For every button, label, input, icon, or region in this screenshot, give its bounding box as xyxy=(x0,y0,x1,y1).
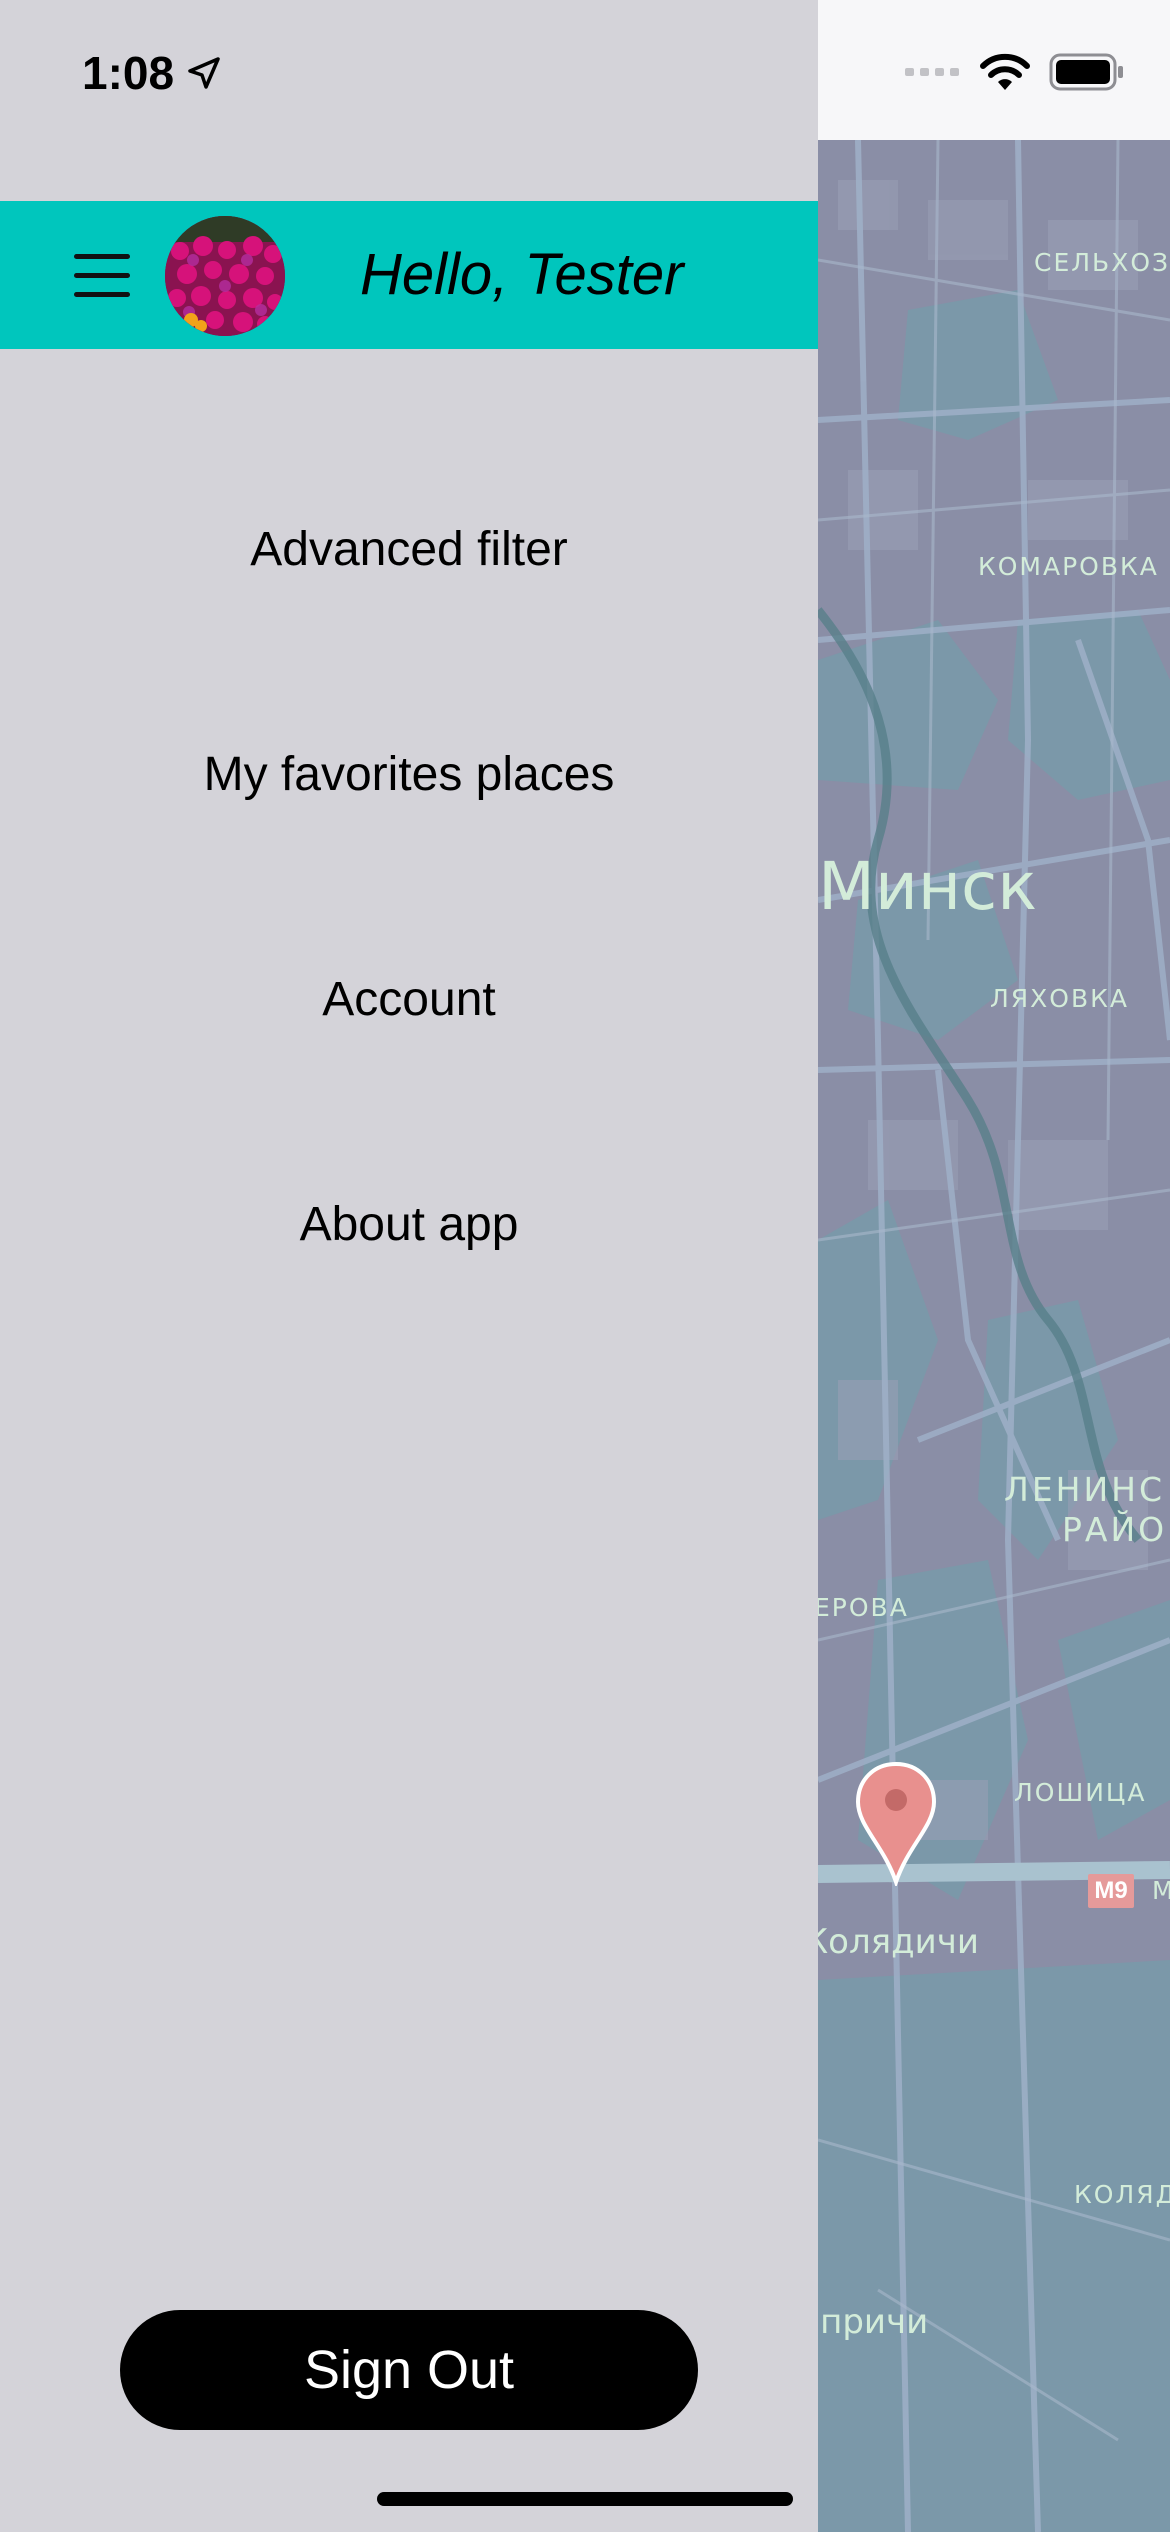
map-label-selkhoz: СЕЛЬХОЗ xyxy=(1034,248,1170,277)
menu-item-about-app[interactable]: About app xyxy=(0,1197,818,1252)
map-pin-icon[interactable] xyxy=(854,1760,938,1886)
map-label-kolyadichi: Колядичи xyxy=(818,1922,979,1962)
status-time: 1:08 xyxy=(82,47,175,99)
wifi-icon xyxy=(980,53,1030,90)
avatar-flowers-image xyxy=(165,216,285,336)
map-label-lyakhovka: ЛЯХОВКА xyxy=(990,984,1129,1013)
map-view[interactable]: СЕЛЬХОЗ КОМАРОВКА Минск ЛЯХОВКА ЛЕНИНС Р… xyxy=(818,0,1170,2532)
status-time-group: 1:08 xyxy=(82,46,224,100)
map-label-erova: ЕРОВА xyxy=(818,1593,909,1622)
map-label-loshitsa: ЛОШИЦА xyxy=(1014,1778,1147,1807)
location-arrow-icon xyxy=(188,57,220,89)
sign-out-button[interactable]: Sign Out xyxy=(120,2310,698,2430)
hamburger-menu-icon[interactable] xyxy=(74,251,134,299)
map-label-leninsky-2: РАЙО xyxy=(1062,1510,1168,1549)
drawer-header: Hello, Tester xyxy=(0,201,818,349)
road-badge-m9: M9 xyxy=(1088,1874,1134,1908)
map-label-road-m: M xyxy=(1152,1876,1170,1905)
menu-item-advanced-filter[interactable]: Advanced filter xyxy=(0,522,818,577)
battery-icon xyxy=(1049,53,1123,91)
greeting-text: Hello, Tester xyxy=(360,242,684,307)
screen: СЕЛЬХОЗ КОМАРОВКА Минск ЛЯХОВКА ЛЕНИНС Р… xyxy=(0,0,1170,2532)
side-drawer: 1:08 Hello, Tester Advanced filter My fa… xyxy=(0,0,818,2532)
map-label-kolyad-small: КОЛЯД xyxy=(1074,2180,1170,2209)
map-label-minsk: Минск xyxy=(818,848,1038,925)
home-indicator xyxy=(377,2492,793,2506)
menu-item-favorite-places[interactable]: My favorites places xyxy=(0,747,818,802)
avatar[interactable] xyxy=(165,216,285,336)
map-label-leninsky-1: ЛЕНИНС xyxy=(1004,1470,1166,1509)
map-tiles xyxy=(818,140,1170,2532)
map-label-komarovka: КОМАРОВКА xyxy=(978,552,1159,581)
status-icons xyxy=(905,52,1125,92)
cellular-signal-icon xyxy=(905,68,959,76)
menu-item-account[interactable]: Account xyxy=(0,972,818,1027)
map-label-richi: ипричи xyxy=(818,2302,929,2342)
